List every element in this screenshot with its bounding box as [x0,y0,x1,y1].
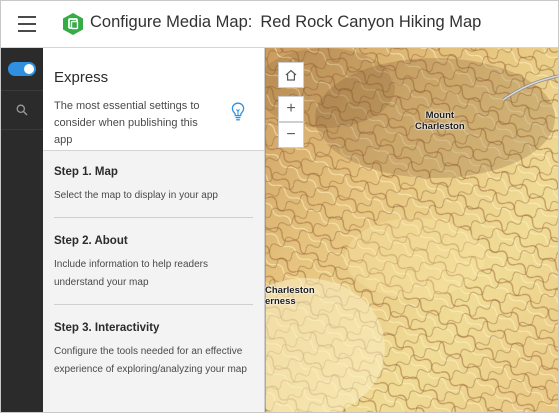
settings-panel: Express The most essential settings to c… [43,48,265,412]
map-label-wilderness: Charleston erness [265,285,315,307]
search-icon [16,104,28,116]
step-description: Configure the tools needed for an effect… [54,346,247,375]
step-description: Include information to help readers unde… [54,259,208,288]
zoom-out-icon: − [286,126,296,143]
panel-header: Express The most essential settings to c… [43,48,264,151]
step-title: Step 1. Map [54,166,118,178]
step-interactivity[interactable]: Step 3. Interactivity Configure the tool… [54,304,253,412]
page-title: Configure Media Map: Red Rock Canyon Hiki… [90,13,481,32]
step-description: Select the map to display in your app [54,190,218,201]
terrain-basemap [265,48,558,412]
map-view[interactable]: + − Mount Charleston Charleston erness [265,48,558,412]
map-label-line: Charleston [265,285,315,296]
left-rail [1,48,43,412]
app-logo-icon [63,13,83,35]
app-header: Configure Media Map: Red Rock Canyon Hiki… [1,1,558,48]
step-map[interactable]: Step 1. Map Select the map to display in… [54,151,253,218]
map-label-line: Charleston [415,121,465,132]
panel-description: The most essential settings to consider … [54,100,200,146]
toggle-knob [24,64,34,74]
page-title-prefix: Configure Media Map: [90,13,253,31]
step-about[interactable]: Step 2. About Include information to hel… [54,217,253,305]
step-title: Step 2. About [54,235,128,247]
rail-toggle-slot [1,48,43,90]
toggle-icon[interactable] [8,62,36,76]
map-label-line: erness [265,296,296,307]
map-label-line: Mount [425,110,455,121]
home-button[interactable] [278,62,304,88]
rail-search-button[interactable] [1,90,43,130]
panel-title: Express [54,69,109,86]
app-window: Configure Media Map: Red Rock Canyon Hiki… [0,0,559,413]
zoom-in-icon: + [286,100,296,117]
step-title: Step 3. Interactivity [54,322,160,334]
lightbulb-icon[interactable] [231,102,245,122]
map-label-mount-charleston: Mount Charleston [415,110,465,132]
zoom-out-button[interactable]: − [278,122,304,148]
steps-list: Step 1. Map Select the map to display in… [43,151,264,412]
zoom-in-button[interactable]: + [278,96,304,122]
page-title-map-name: Red Rock Canyon Hiking Map [260,13,482,31]
home-icon [285,69,297,81]
menu-icon[interactable] [18,16,36,32]
